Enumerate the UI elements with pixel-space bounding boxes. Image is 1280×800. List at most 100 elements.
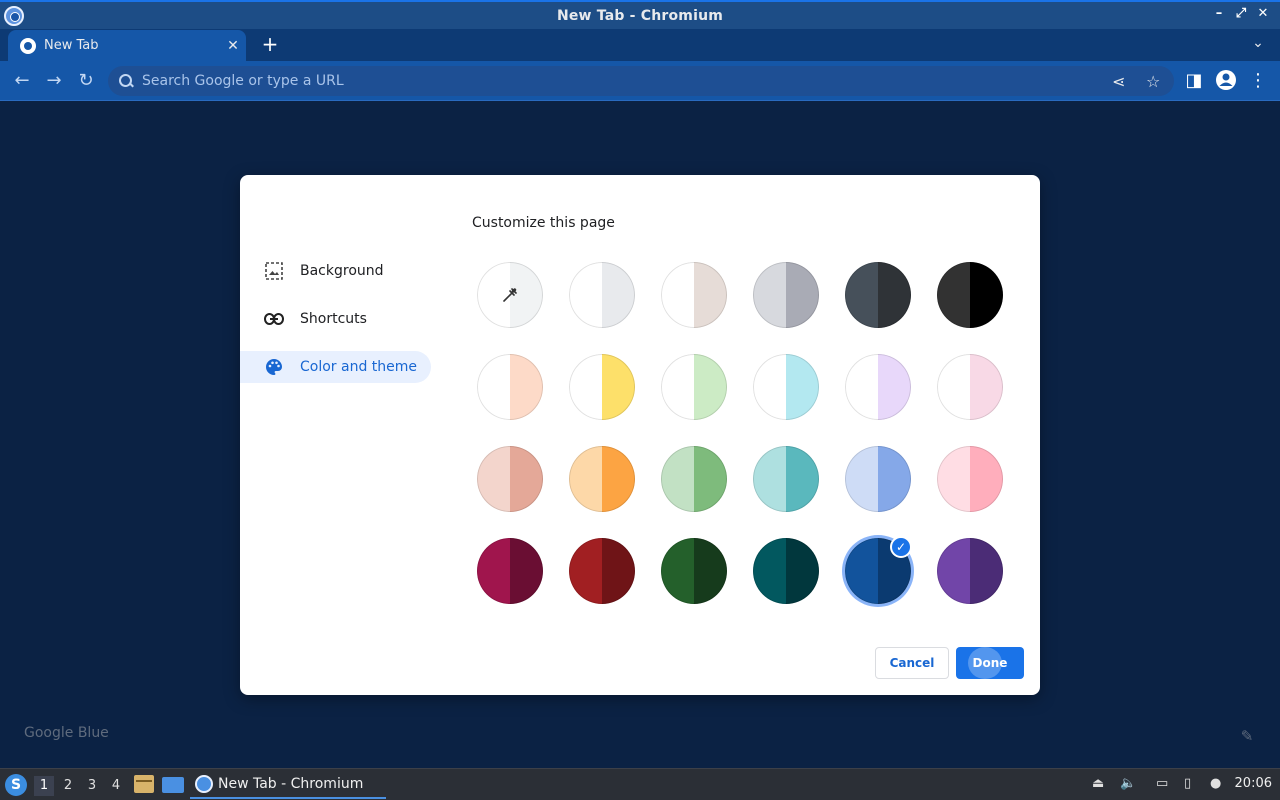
custom-color-swatch[interactable]: [477, 262, 543, 328]
color-swatch[interactable]: [661, 446, 727, 512]
taskbar-window-label: New Tab - Chromium: [218, 776, 364, 792]
tab-close-icon[interactable]: ✕: [220, 38, 246, 54]
search-icon: [118, 73, 134, 89]
reload-icon[interactable]: ↻: [74, 69, 98, 93]
volume-icon[interactable]: 🔈: [1120, 776, 1136, 791]
swatch-ring: [661, 262, 727, 328]
clipboard-icon[interactable]: ▯: [1184, 776, 1191, 791]
swatch-ring: [753, 538, 819, 604]
color-swatch[interactable]: [937, 446, 1003, 512]
swatch-ring: [477, 538, 543, 604]
chrome-favicon-icon: [20, 37, 36, 54]
tab-new-tab[interactable]: New Tab ✕: [8, 30, 246, 61]
notification-icon[interactable]: ●: [1210, 776, 1221, 791]
taskbar-window-chromium[interactable]: New Tab - Chromium: [190, 771, 386, 799]
clock: 20:06: [1234, 776, 1272, 791]
swatch-ring: [845, 354, 911, 420]
show-desktop-icon[interactable]: [162, 777, 184, 793]
share-icon[interactable]: ⋖: [1112, 66, 1125, 96]
close-window-icon[interactable]: ✕: [1252, 6, 1274, 21]
minimize-icon[interactable]: –: [1208, 6, 1230, 21]
file-manager-icon[interactable]: [134, 775, 154, 793]
color-swatch[interactable]: [477, 446, 543, 512]
swatch-ring: [937, 262, 1003, 328]
forward-arrow-icon[interactable]: →: [42, 69, 66, 93]
color-swatch[interactable]: [661, 354, 727, 420]
omnibox-input[interactable]: [142, 73, 1042, 89]
selected-check-icon: ✓: [890, 536, 912, 558]
swatch-ring: [477, 446, 543, 512]
swatch-ring: [937, 446, 1003, 512]
image-icon: [264, 261, 284, 281]
nav-item-shortcuts[interactable]: Shortcuts: [240, 303, 431, 335]
swatch-ring: [753, 354, 819, 420]
network-icon[interactable]: ▭: [1156, 776, 1168, 791]
done-button[interactable]: Done: [956, 647, 1024, 679]
swatch-ring: [569, 354, 635, 420]
tab-title: New Tab: [44, 38, 99, 53]
swatch-ring: [569, 446, 635, 512]
color-swatch[interactable]: [937, 354, 1003, 420]
nav-item-color-and-theme[interactable]: Color and theme: [240, 351, 431, 383]
color-swatch[interactable]: [753, 354, 819, 420]
browser-toolbar: ← → ↻ ⋖ ☆ ◨ ⋮: [0, 61, 1280, 101]
swatch-ring: [569, 262, 635, 328]
omnibox[interactable]: ⋖ ☆: [108, 66, 1174, 96]
link-icon: [264, 309, 284, 329]
swatch-ring: [753, 262, 819, 328]
swatch-ring: [661, 538, 727, 604]
tab-search-chevron-down-icon[interactable]: ⌄: [1250, 35, 1266, 53]
nav-item-background[interactable]: Background: [240, 255, 431, 287]
color-swatch[interactable]: [937, 262, 1003, 328]
workspace-2[interactable]: 2: [58, 776, 78, 796]
color-swatch[interactable]: [661, 538, 727, 604]
window-title: New Tab - Chromium: [556, 7, 724, 24]
menu-kebab-icon[interactable]: ⋮: [1246, 69, 1270, 93]
system-taskbar: S 1 2 3 4 New Tab - Chromium ⏏ 🔈 ▭ ▯ ● 2…: [0, 768, 1280, 800]
color-swatch[interactable]: [569, 446, 635, 512]
swatch-ring: [845, 262, 911, 328]
window-titlebar: New Tab - Chromium – ⤢ ✕: [0, 0, 1280, 29]
color-swatch[interactable]: [845, 262, 911, 328]
nav-item-label: Shortcuts: [300, 311, 367, 327]
bookmark-star-icon[interactable]: ☆: [1146, 66, 1160, 96]
palette-icon: [264, 357, 284, 377]
cancel-button[interactable]: Cancel: [875, 647, 949, 679]
color-swatch[interactable]: [937, 538, 1003, 604]
workspace-4[interactable]: 4: [106, 776, 126, 796]
side-panel-icon[interactable]: ◨: [1182, 69, 1206, 93]
chromium-window-icon[interactable]: [4, 6, 24, 26]
nav-item-label: Color and theme: [300, 359, 418, 375]
swatch-ring: [753, 446, 819, 512]
color-swatch[interactable]: [477, 538, 543, 604]
color-swatch[interactable]: [845, 446, 911, 512]
tab-strip: New Tab ✕ + ⌄: [0, 29, 1280, 61]
customize-nav: Background Shortcuts Color and theme: [240, 255, 440, 399]
app-launcher-icon[interactable]: S: [5, 774, 27, 796]
workspace-3[interactable]: 3: [82, 776, 102, 796]
eject-icon[interactable]: ⏏: [1092, 776, 1104, 791]
color-swatch[interactable]: [569, 262, 635, 328]
window-controls: – ⤢ ✕: [1208, 6, 1274, 21]
eyedropper-icon: [503, 288, 517, 302]
maximize-icon[interactable]: ⤢: [1230, 6, 1252, 21]
swatch-ring: [661, 354, 727, 420]
back-arrow-icon[interactable]: ←: [10, 69, 34, 93]
swatch-ring: [477, 354, 543, 420]
profile-avatar-icon[interactable]: [1214, 69, 1238, 93]
new-tab-plus-icon[interactable]: +: [258, 33, 282, 57]
color-swatch[interactable]: [661, 262, 727, 328]
swatch-ring: [937, 538, 1003, 604]
color-swatch[interactable]: [477, 354, 543, 420]
edit-pencil-icon[interactable]: ✎: [1238, 727, 1256, 745]
color-swatch[interactable]: [845, 354, 911, 420]
dialog-title: Customize this page: [472, 215, 615, 231]
color-swatch[interactable]: [569, 354, 635, 420]
color-swatch[interactable]: [753, 446, 819, 512]
color-swatch[interactable]: [569, 538, 635, 604]
color-swatch[interactable]: [753, 262, 819, 328]
swatch-ring: [661, 446, 727, 512]
swatch-ring: [845, 446, 911, 512]
color-swatch[interactable]: [753, 538, 819, 604]
workspace-1[interactable]: 1: [34, 776, 54, 796]
